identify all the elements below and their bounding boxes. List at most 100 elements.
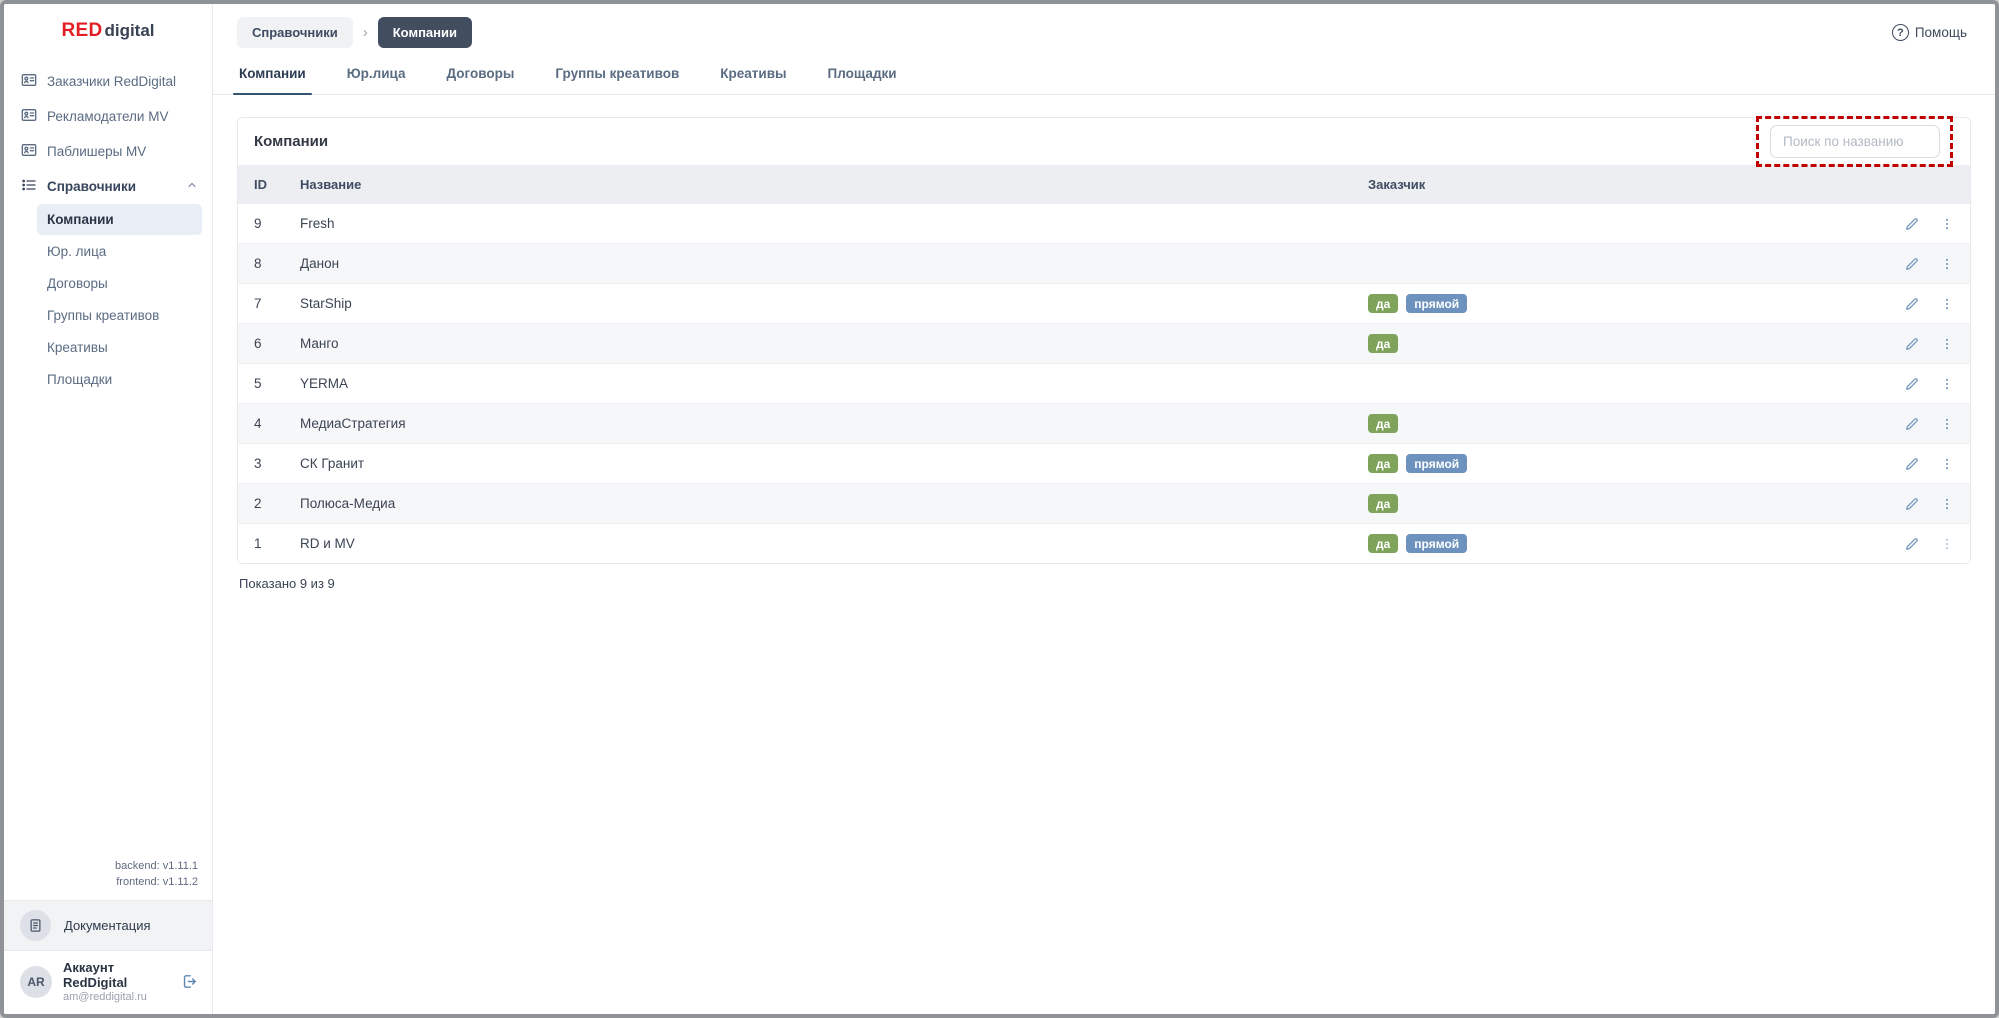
kebab-menu-icon[interactable] — [1940, 296, 1954, 312]
table-row: 3 СК Гранит да прямой — [238, 443, 1970, 483]
avatar: AR — [20, 966, 52, 998]
table-row: 4 МедиаСтратегия да — [238, 403, 1970, 443]
sidebar-item-reklamodateli-mv[interactable]: Рекламодатели MV — [4, 99, 212, 134]
book-icon — [20, 910, 51, 941]
cell-name: МедиаСтратегия — [300, 416, 1368, 431]
cell-customer: да прямой — [1368, 294, 1876, 313]
logo: RED digital — [4, 8, 212, 54]
cell-name: StarShip — [300, 296, 1368, 311]
kebab-menu-icon[interactable] — [1940, 536, 1954, 552]
documentation-link[interactable]: Документация — [4, 900, 212, 950]
table-row: 9 Fresh — [238, 203, 1970, 243]
edit-icon[interactable] — [1904, 536, 1920, 552]
cell-actions — [1876, 496, 1954, 512]
breadcrumb: Справочники › Компании — [237, 17, 472, 48]
sidebar-item-zakazchiki-reddigital[interactable]: Заказчики RedDigital — [4, 64, 212, 99]
kebab-menu-icon[interactable] — [1940, 456, 1954, 472]
table-row: 5 YERMA — [238, 363, 1970, 403]
table-header: ID Название Заказчик — [238, 165, 1970, 203]
cell-id: 5 — [254, 376, 300, 391]
edit-icon[interactable] — [1904, 256, 1920, 272]
badge-da: да — [1368, 494, 1398, 513]
cell-id: 6 — [254, 336, 300, 351]
tab-kreativy[interactable]: Креативы — [718, 57, 788, 94]
cell-id: 1 — [254, 536, 300, 551]
cell-name: Манго — [300, 336, 1368, 351]
account-row[interactable]: AR Аккаунт RedDigital am@reddigital.ru — [4, 950, 212, 1014]
sidebar-item-gruppy-kreativov[interactable]: Группы креативов — [37, 300, 202, 331]
cell-id: 8 — [254, 256, 300, 271]
table-row: 2 Полюса-Медиа да — [238, 483, 1970, 523]
edit-icon[interactable] — [1904, 496, 1920, 512]
help-button[interactable]: ? Помощь — [1892, 24, 1967, 41]
sidebar-item-spravochniki[interactable]: Справочники — [4, 169, 212, 204]
cell-name: Полюса-Медиа — [300, 496, 1368, 511]
id-card-icon — [21, 107, 37, 126]
cell-actions — [1876, 296, 1954, 312]
documentation-label: Документация — [64, 918, 151, 933]
table-row: 6 Манго да — [238, 323, 1970, 363]
breadcrumb-kompanii[interactable]: Компании — [378, 17, 472, 48]
edit-icon[interactable] — [1904, 456, 1920, 472]
badge-da: да — [1368, 414, 1398, 433]
kebab-menu-icon[interactable] — [1940, 336, 1954, 352]
edit-icon[interactable] — [1904, 416, 1920, 432]
sidebar-subitem-label: Креативы — [47, 340, 108, 355]
badge-da: да — [1368, 534, 1398, 553]
topbar: Справочники › Компании ? Помощь — [213, 4, 1995, 57]
sidebar-footer: backend: v1.11.1 frontend: v1.11.2 Докум… — [4, 859, 212, 1014]
tab-gruppy-kreativov[interactable]: Группы креативов — [553, 57, 681, 94]
cell-actions — [1876, 216, 1954, 232]
sidebar-item-label: Паблишеры MV — [47, 144, 146, 159]
tab-dogovory[interactable]: Договоры — [445, 57, 517, 94]
cell-customer: да — [1368, 494, 1876, 513]
cell-customer: да — [1368, 414, 1876, 433]
account-name: Аккаунт RedDigital — [63, 960, 170, 990]
sidebar-item-pablishery-mv[interactable]: Паблишеры MV — [4, 134, 212, 169]
cell-id: 7 — [254, 296, 300, 311]
kebab-menu-icon[interactable] — [1940, 376, 1954, 392]
sidebar-subitem-label: Площадки — [47, 372, 112, 387]
edit-icon[interactable] — [1904, 336, 1920, 352]
kebab-menu-icon[interactable] — [1940, 256, 1954, 272]
tab-ploshchadki[interactable]: Площадки — [826, 57, 899, 94]
logout-icon[interactable] — [181, 973, 198, 990]
kebab-menu-icon[interactable] — [1940, 496, 1954, 512]
column-header-id: ID — [254, 177, 300, 192]
account-info: Аккаунт RedDigital am@reddigital.ru — [63, 960, 170, 1003]
help-label: Помощь — [1915, 25, 1967, 40]
edit-icon[interactable] — [1904, 216, 1920, 232]
edit-icon[interactable] — [1904, 376, 1920, 392]
search-input[interactable] — [1770, 125, 1940, 158]
card-title: Компании — [254, 133, 328, 150]
edit-icon[interactable] — [1904, 296, 1920, 312]
cell-id: 3 — [254, 456, 300, 471]
cell-id: 2 — [254, 496, 300, 511]
badge-da: да — [1368, 334, 1398, 353]
sidebar-item-yur-lica[interactable]: Юр. лица — [37, 236, 202, 267]
sidebar-item-kreativy[interactable]: Креативы — [37, 332, 202, 363]
sidebar-subitem-label: Юр. лица — [47, 244, 106, 259]
badge-pryamoy: прямой — [1406, 534, 1467, 553]
table-row: 1 RD и MV да прямой — [238, 523, 1970, 563]
tab-kompanii[interactable]: Компании — [237, 57, 308, 94]
badge-da: да — [1368, 454, 1398, 473]
sidebar: RED digital Заказчики RedDigital Рекламо… — [4, 4, 213, 1014]
sidebar-item-dogovory[interactable]: Договоры — [37, 268, 202, 299]
kebab-menu-icon[interactable] — [1940, 216, 1954, 232]
rows-count-label: Показано 9 из 9 — [237, 564, 1971, 591]
cell-id: 4 — [254, 416, 300, 431]
sidebar-nav: Заказчики RedDigital Рекламодатели MV Па… — [4, 54, 212, 396]
cell-customer: да — [1368, 334, 1876, 353]
tab-yur-lica[interactable]: Юр.лица — [345, 57, 408, 94]
sidebar-item-kompanii[interactable]: Компании — [37, 204, 202, 235]
cell-customer: да прямой — [1368, 534, 1876, 553]
sidebar-item-ploshchadki[interactable]: Площадки — [37, 364, 202, 395]
companies-card: Компании ID Название Заказчик 9 Fresh — [237, 117, 1971, 564]
logo-red: RED — [61, 20, 102, 42]
card-header: Компании — [238, 118, 1970, 165]
breadcrumb-spravochniki[interactable]: Справочники — [237, 17, 353, 48]
badge-pryamoy: прямой — [1406, 454, 1467, 473]
cell-actions — [1876, 416, 1954, 432]
kebab-menu-icon[interactable] — [1940, 416, 1954, 432]
